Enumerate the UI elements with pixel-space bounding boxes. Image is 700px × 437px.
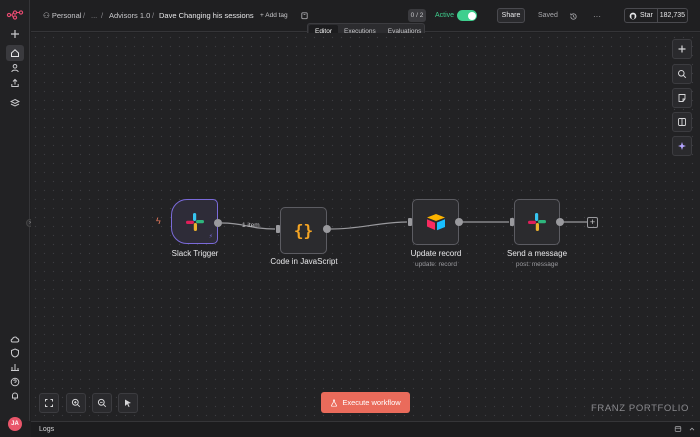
cursor-icon: [125, 399, 131, 407]
saved-status: Saved: [538, 12, 558, 19]
code-braces-icon: {}: [293, 221, 314, 240]
workflow-canvas[interactable]: [31, 33, 700, 421]
search-icon: [678, 70, 687, 79]
node-output-handle[interactable]: [214, 219, 222, 227]
sticky-note-icon: [678, 94, 686, 102]
zoom-in-button[interactable]: [66, 393, 86, 413]
node-slack-trigger[interactable]: ⚡: [171, 199, 218, 244]
popout-icon[interactable]: [674, 425, 682, 435]
tidy-up-button[interactable]: [118, 393, 138, 413]
breadcrumb-project[interactable]: ⚇ Personal: [43, 11, 81, 20]
person-icon: ⚇: [43, 11, 50, 20]
archive-box-icon[interactable]: [297, 8, 311, 22]
node-label: Update record: [410, 249, 462, 258]
search-nodes-button[interactable]: [672, 64, 692, 84]
logs-label: Logs: [39, 426, 55, 433]
slack-icon: [185, 212, 204, 231]
logs-panel-bar[interactable]: Logs: [31, 421, 700, 437]
node-subtitle: update: record: [415, 261, 457, 268]
airtable-icon: [426, 214, 445, 231]
toggle-panel-button[interactable]: [672, 112, 692, 132]
more-options-button[interactable]: ···: [590, 9, 604, 23]
panel-icon: [678, 118, 686, 126]
node-label: Send a message: [506, 249, 568, 258]
node-slack-send-message[interactable]: [514, 199, 560, 245]
notification-bell-icon[interactable]: [6, 388, 24, 404]
history-icon[interactable]: [566, 9, 580, 23]
home-icon[interactable]: [6, 45, 24, 61]
breadcrumb-ellipsis[interactable]: ...: [91, 11, 97, 20]
node-output-handle[interactable]: [556, 218, 564, 226]
execute-workflow-button[interactable]: Execute workflow: [321, 392, 410, 413]
test-counter-badge: 0 / 2: [408, 9, 426, 22]
breadcrumb-folder[interactable]: Advisors 1.0: [109, 11, 150, 20]
node-label: Slack Trigger: [171, 249, 219, 258]
add-node-panel-button[interactable]: [672, 39, 692, 59]
node-airtable-update-record[interactable]: [412, 199, 459, 245]
active-label: Active: [435, 12, 455, 19]
bar-chart-icon[interactable]: [6, 359, 24, 375]
zoom-out-button[interactable]: [92, 393, 112, 413]
flask-icon: [331, 399, 338, 407]
avatar[interactable]: JA: [8, 417, 22, 431]
chevron-up-icon[interactable]: [688, 425, 696, 435]
fit-view-icon: [45, 399, 53, 407]
node-output-handle[interactable]: [323, 225, 331, 233]
node-subtitle: post: message: [515, 261, 559, 268]
slack-icon: [528, 213, 546, 231]
zoom-out-icon: [97, 398, 107, 408]
zoom-in-icon: [71, 398, 81, 408]
node-code-javascript[interactable]: {}: [280, 207, 327, 254]
user-icon[interactable]: [6, 60, 24, 76]
sticky-note-button[interactable]: [672, 88, 692, 108]
watermark-text: FRANZ PORTFOLIO: [591, 403, 690, 414]
add-node-button[interactable]: +: [587, 217, 598, 228]
layers-icon[interactable]: [6, 95, 24, 111]
breadcrumb-separator: /: [152, 11, 155, 20]
left-sidebar: JA: [0, 0, 30, 431]
sparkle-icon: [678, 142, 686, 150]
add-icon[interactable]: [6, 26, 24, 42]
active-toggle[interactable]: [457, 10, 477, 21]
ai-assistant-button[interactable]: [672, 136, 692, 156]
plus-icon: [678, 45, 686, 53]
breadcrumb-separator: /: [83, 11, 86, 20]
breadcrumb-separator: /: [101, 11, 104, 20]
share-upload-icon[interactable]: [6, 75, 24, 91]
node-output-handle[interactable]: [455, 218, 463, 226]
github-icon: [629, 12, 637, 19]
trigger-bolt-icon: ϟ: [156, 216, 161, 226]
edge-item-count: 1 item: [242, 222, 260, 229]
zoom-to-fit-button[interactable]: [39, 393, 59, 413]
add-tag-button[interactable]: + Add tag: [260, 12, 288, 19]
mcp-badge-icon: ⚡: [208, 234, 213, 240]
node-label: Code in JavaScript: [270, 257, 338, 266]
github-star-count: 182,735: [659, 12, 686, 19]
n8n-logo[interactable]: [6, 9, 24, 21]
github-star-button[interactable]: Star 182,735: [624, 8, 688, 23]
share-button[interactable]: Share: [497, 8, 525, 23]
workflow-name[interactable]: Dave Changing his sessions: [159, 11, 254, 20]
